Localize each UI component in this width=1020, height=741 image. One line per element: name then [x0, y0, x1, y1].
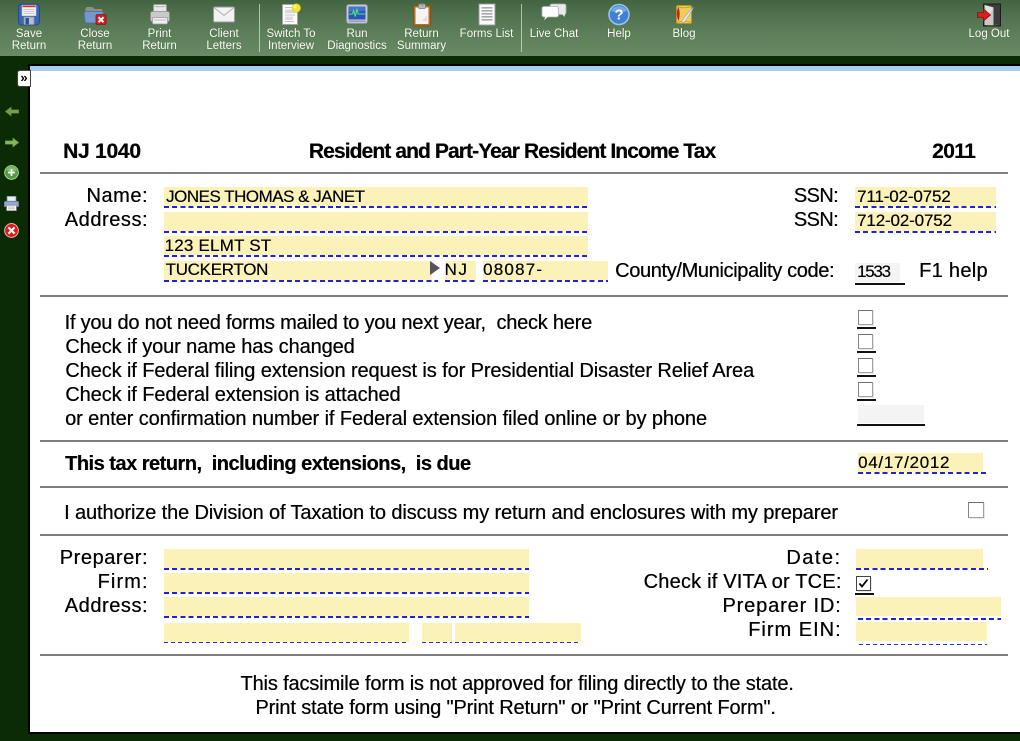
svg-text:?: ?	[615, 8, 624, 24]
